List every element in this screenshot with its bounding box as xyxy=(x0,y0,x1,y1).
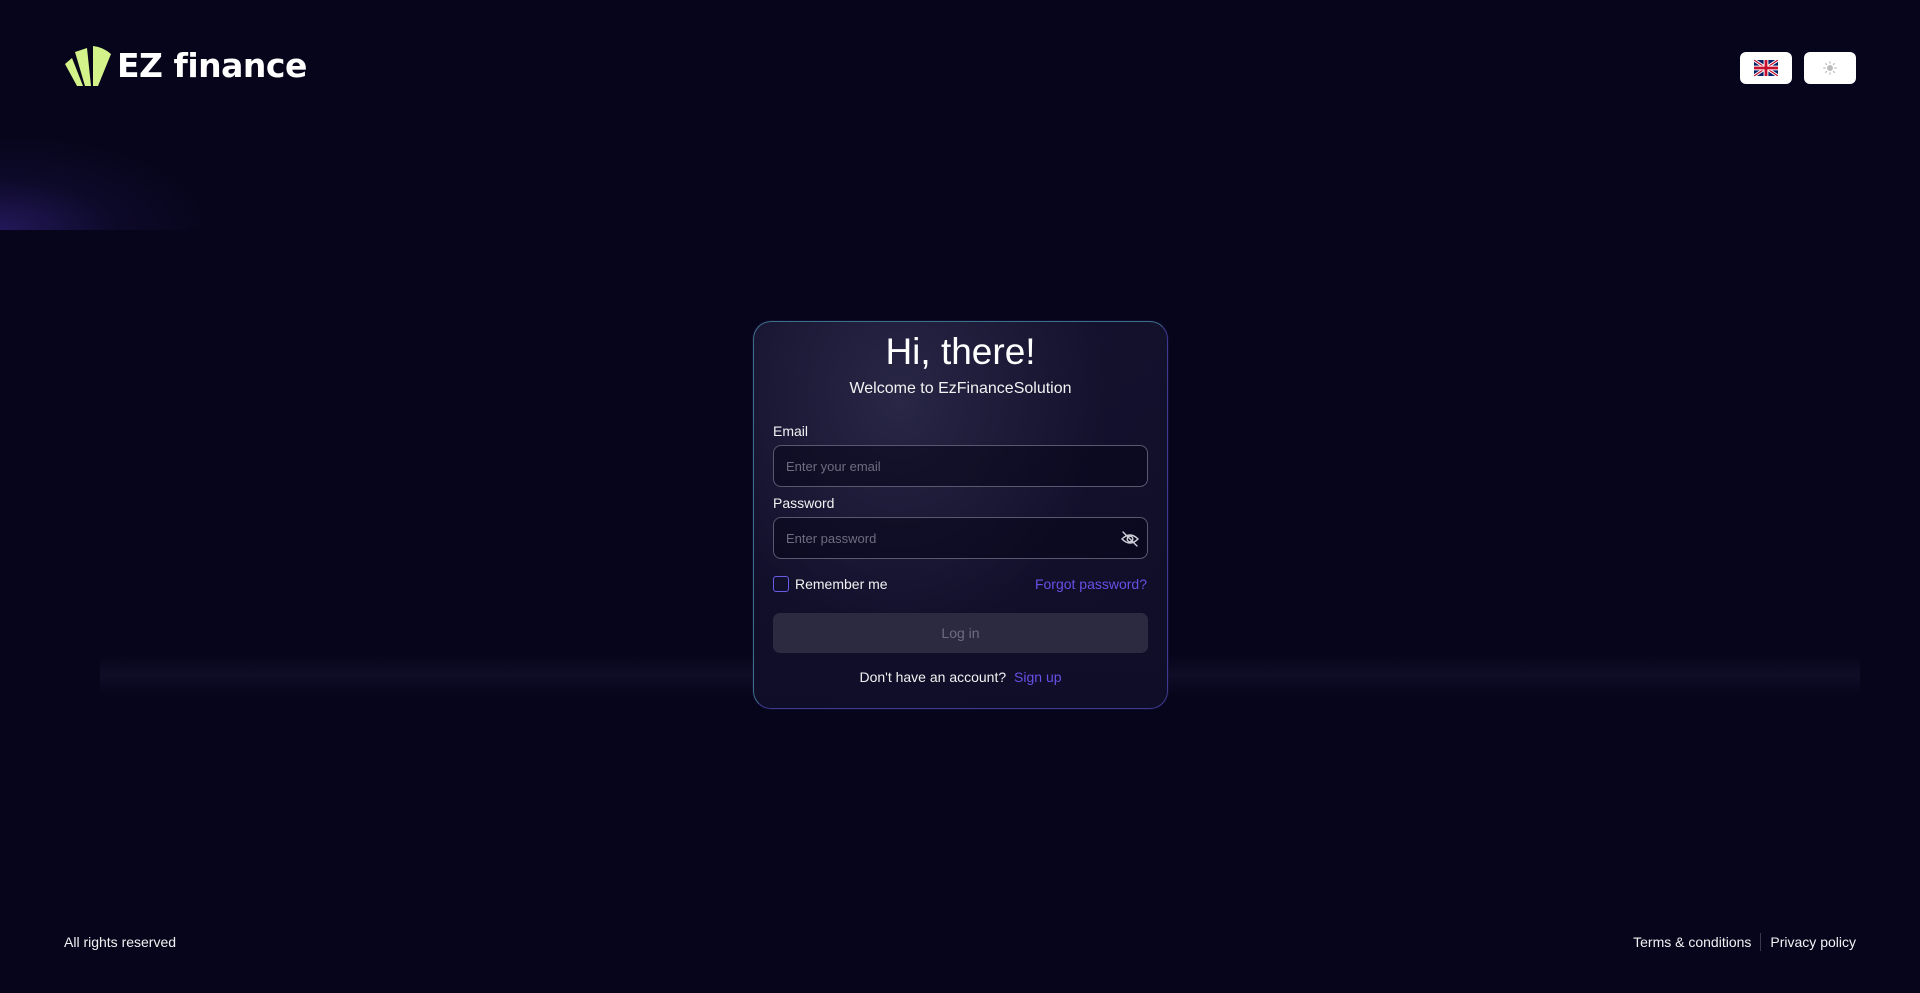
language-button[interactable] xyxy=(1740,52,1792,84)
footer-rights: All rights reserved xyxy=(64,934,177,950)
privacy-link[interactable]: Privacy policy xyxy=(1770,933,1856,951)
signup-row: Don't have an account? Sign up xyxy=(754,668,1167,686)
footer-links: Terms & conditions Privacy policy xyxy=(1633,933,1856,951)
signup-link[interactable]: Sign up xyxy=(1014,669,1061,685)
footer-divider xyxy=(1760,933,1762,951)
terms-link[interactable]: Terms & conditions xyxy=(1633,933,1751,951)
sun-icon xyxy=(1823,61,1837,75)
eye-off-icon xyxy=(1121,531,1139,547)
password-field-container xyxy=(773,517,1148,559)
password-label: Password xyxy=(773,495,835,511)
login-title: Hi, there! xyxy=(885,331,1036,372)
forgot-password-link[interactable]: Forgot password? xyxy=(1035,575,1147,593)
email-field-container xyxy=(773,445,1148,487)
login-page: EZ finance Hi, there! Welcome to EzFinan… xyxy=(0,0,1920,993)
background-glow xyxy=(0,140,200,230)
email-field[interactable] xyxy=(774,446,1147,486)
password-field[interactable] xyxy=(774,518,1147,558)
login-subtitle: Welcome to EzFinanceSolution xyxy=(849,380,1072,397)
login-button[interactable]: Log in xyxy=(773,613,1148,653)
leaf-fan-logo-icon xyxy=(65,46,111,86)
remember-me-label: Remember me xyxy=(795,576,888,592)
toggle-password-visibility-button[interactable] xyxy=(1119,528,1141,550)
remember-me[interactable]: Remember me xyxy=(773,575,888,593)
theme-toggle-button[interactable] xyxy=(1804,52,1856,84)
remember-me-checkbox[interactable] xyxy=(773,576,789,592)
email-label: Email xyxy=(773,423,809,439)
login-card: Hi, there! Welcome to EzFinanceSolution … xyxy=(753,321,1168,709)
uk-flag-icon xyxy=(1754,59,1778,77)
signup-prompt: Don't have an account? xyxy=(859,669,1007,685)
brand-logo[interactable]: EZ finance xyxy=(63,44,307,88)
brand-name: EZ finance xyxy=(117,46,307,85)
